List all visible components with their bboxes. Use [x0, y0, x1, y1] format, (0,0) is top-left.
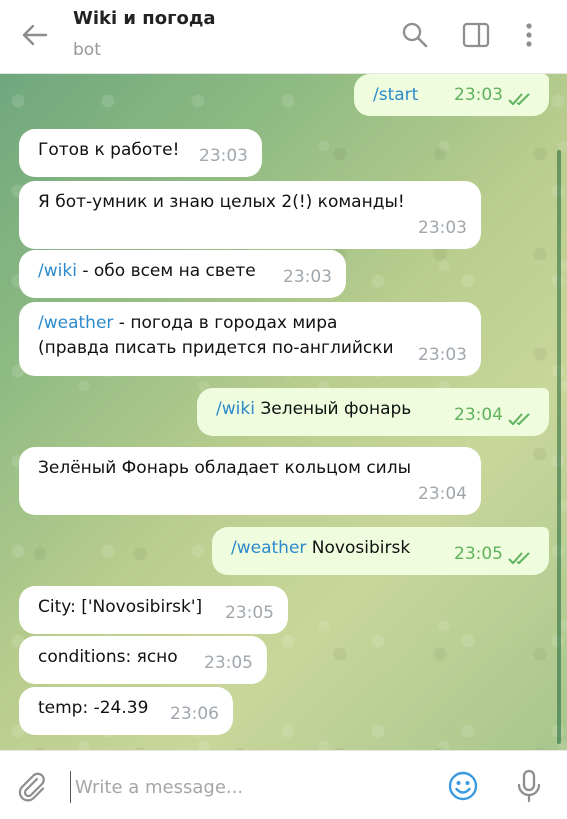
chat-title[interactable]: Wiki и погода — [73, 8, 216, 29]
message-time: 23:03 — [199, 146, 248, 166]
message-time: 23:03 — [418, 218, 467, 238]
chat-header: Wiki и погода bot — [0, 0, 567, 74]
command-link[interactable]: /wiki — [216, 399, 255, 419]
message-time: 23:06 — [170, 704, 219, 724]
command-link[interactable]: /weather — [231, 538, 306, 558]
message-time: 23:05 — [204, 653, 253, 673]
message-incoming[interactable]: Я бот-умник и знаю целых 2(!) команды! 2… — [19, 181, 481, 249]
message-input[interactable] — [70, 771, 427, 803]
chat-subtitle: bot — [73, 40, 101, 60]
more-vertical-icon[interactable] — [514, 20, 544, 50]
message-outgoing[interactable]: /weather Novosibirsk 23:05 — [212, 527, 549, 575]
side-panel-icon[interactable] — [461, 20, 491, 50]
compose-bar — [0, 750, 567, 819]
double-check-icon — [508, 413, 530, 426]
message-incoming[interactable]: conditions: ясно 23:05 — [19, 636, 267, 684]
message-incoming[interactable]: /weather - погода в городах мира (правда… — [19, 302, 481, 376]
message-text: City: ['Novosibirsk'] — [38, 597, 203, 617]
emoji-icon[interactable] — [447, 770, 479, 802]
command-link[interactable]: /wiki — [38, 261, 77, 281]
scrollbar[interactable] — [557, 150, 561, 744]
message-text: Novosibirsk — [306, 538, 411, 558]
paperclip-icon[interactable] — [16, 770, 48, 802]
double-check-icon — [508, 552, 530, 565]
microphone-icon[interactable] — [513, 768, 545, 804]
message-text: temp: -24.39 — [38, 698, 149, 718]
message-outgoing[interactable]: /wiki Зеленый фонарь 23:04 — [197, 388, 549, 436]
message-text: - обо всем на свете — [76, 261, 256, 281]
message-time: 23:05 — [454, 544, 503, 564]
command-link[interactable]: /start — [373, 85, 418, 105]
message-incoming[interactable]: temp: -24.39 23:06 — [19, 687, 233, 735]
message-incoming[interactable]: City: ['Novosibirsk'] 23:05 — [19, 586, 288, 634]
message-incoming[interactable]: Зелёный Фонарь обладает кольцом силы 23:… — [19, 447, 481, 515]
message-incoming[interactable]: /wiki - обо всем на свете 23:03 — [19, 250, 346, 298]
message-text: Зелёный Фонарь обладает кольцом силы — [38, 458, 411, 478]
message-text: Зеленый фонарь — [254, 399, 412, 419]
message-time: 23:03 — [454, 85, 503, 105]
message-outgoing[interactable]: /start 23:03 — [354, 74, 549, 116]
command-link[interactable]: /weather — [38, 313, 113, 333]
message-time: 23:04 — [418, 484, 467, 504]
message-text: Готов к работе! — [38, 140, 180, 160]
search-icon[interactable] — [400, 20, 430, 50]
double-check-icon — [508, 93, 530, 106]
message-time: 23:04 — [454, 405, 503, 425]
message-text: Я бот-умник и знаю целых 2(!) команды! — [38, 192, 405, 212]
message-time: 23:03 — [418, 345, 467, 365]
message-time: 23:03 — [283, 267, 332, 287]
message-incoming[interactable]: Готов к работе! 23:03 — [19, 129, 262, 177]
back-arrow-icon[interactable] — [20, 20, 50, 50]
message-time: 23:05 — [225, 603, 274, 623]
message-text: conditions: ясно — [38, 647, 178, 667]
message-list[interactable]: /start 23:03 Готов к работе! 23:03 Я бот… — [0, 74, 567, 750]
